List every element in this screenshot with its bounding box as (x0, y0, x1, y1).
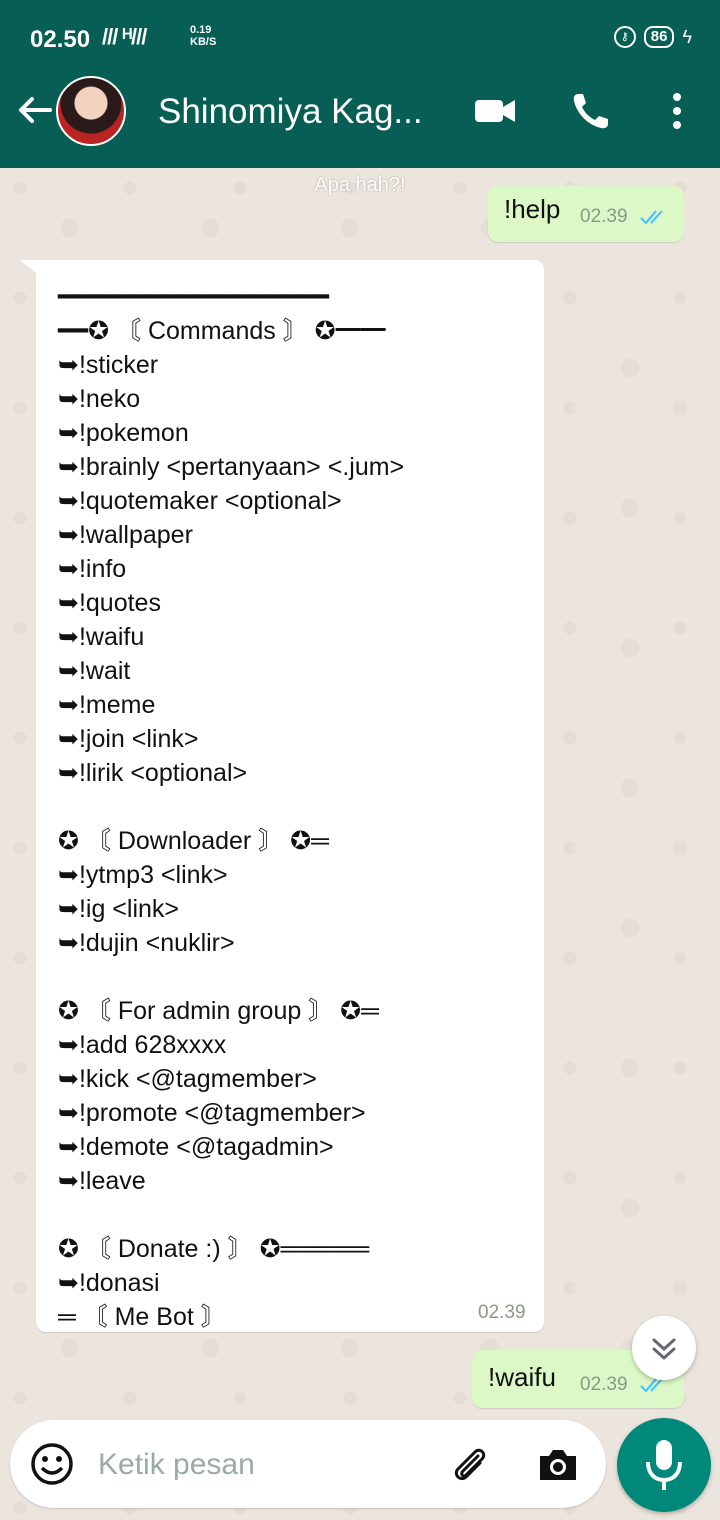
menu-line: ➥!donasi (58, 1269, 160, 1297)
network-speed-value: 0.19 (190, 24, 212, 36)
app-bar: 02.50 /// ᴴ/// 0.19 KB/S ⚷ 86 ϟ Shinomiy… (0, 0, 720, 168)
emoji-icon[interactable] (30, 1442, 74, 1486)
menu-line: ═ 〘 Me Bot 〙 (58, 1303, 226, 1331)
status-right: ⚷ 86 ϟ (613, 26, 692, 48)
menu-line: ➥!waifu (58, 623, 145, 651)
bubble-tail (20, 260, 44, 280)
menu-line: ➥!neko (58, 385, 141, 413)
menu-line: ➥!meme (58, 691, 156, 719)
menu-line: ➥!ytmp3 <link> (58, 861, 228, 889)
video-call-icon[interactable] (472, 88, 518, 134)
contact-name[interactable]: Shinomiya Kag... (158, 92, 423, 132)
menu-line: ➥!quotemaker <optional> (58, 487, 342, 515)
chevron-double-down-icon (652, 1338, 676, 1360)
mic-icon (646, 1440, 682, 1490)
scroll-to-bottom-button[interactable] (632, 1316, 696, 1380)
network-speed-unit: KB/S (190, 36, 217, 48)
status-time: 02.50 (30, 26, 91, 53)
menu-line: ➥!add 628xxxx (58, 1031, 227, 1059)
menu-line: ➥!brainly <pertanyaan> <.jum> (58, 453, 405, 481)
menu-line: ➥!kick <@tagmember> (58, 1065, 317, 1093)
menu-line: ➥!wait (58, 657, 131, 685)
menu-line: ➥!dujin <nuklir> (58, 929, 235, 957)
date-chip: Apa hah?! (314, 174, 406, 196)
menu-line: ➥!leave (58, 1167, 146, 1195)
status-bar: 02.50 /// ᴴ/// 0.19 KB/S ⚷ 86 ϟ (0, 0, 720, 56)
menu-line: ➥!info (58, 555, 127, 583)
menu-line: ➥!sticker (58, 351, 159, 379)
menu-line (58, 960, 404, 994)
menu-line: ➥!lirik <optional> (58, 759, 248, 787)
attach-icon[interactable] (448, 1442, 492, 1486)
phone-icon[interactable] (568, 88, 614, 134)
command-menu: ━━━━━━━━━━━━━━━━━━ ━━✪ 〘 Commands 〙 ✪━━ ➥!… (58, 280, 404, 1334)
menu-line: ➥!demote <@tagadmin> (58, 1133, 334, 1161)
camera-icon[interactable] (536, 1442, 580, 1486)
signal-indicator: /// ᴴ/// (102, 24, 147, 49)
menu-line: ➥!ig <link> (58, 895, 180, 923)
menu-line: ✪ 〘 For admin group 〙 ✪═ (58, 997, 379, 1025)
message-text: !help (504, 194, 561, 224)
vpn-key-icon: ⚷ (613, 26, 636, 48)
contact-avatar[interactable] (56, 76, 126, 146)
message-time: 02.39 (478, 1302, 526, 1323)
message-input[interactable] (96, 1440, 400, 1490)
menu-line: ➥!wallpaper (58, 521, 193, 549)
menu-line: ━━━━━━━━━━━━━━━━━━ (58, 283, 329, 311)
menu-line: ➥!promote <@tagmember> (58, 1099, 366, 1127)
message-composer (10, 1420, 606, 1508)
network-speed: 0.19 KB/S (190, 24, 216, 48)
menu-line: ➥!quotes (58, 589, 161, 617)
menu-line: ✪ 〘 Donate :) 〙 ✪═════ (58, 1235, 370, 1263)
menu-line: ✪ 〘 Downloader 〙 ✪═ (58, 827, 329, 855)
menu-line: ➥!join <link> (58, 725, 199, 753)
message-time: 02.39 (580, 1374, 628, 1395)
menu-line: ➥!pokemon (58, 419, 189, 447)
read-ticks-icon (640, 210, 663, 225)
mic-button[interactable] (617, 1418, 711, 1512)
menu-line: ━━✪ 〘 Commands 〙 ✪━━ (58, 317, 386, 345)
battery-level: 86 (643, 26, 675, 48)
message-text: !waifu (488, 1362, 556, 1392)
message-time: 02.39 (580, 206, 628, 227)
menu-line (58, 1198, 404, 1232)
back-arrow-icon[interactable] (14, 90, 54, 130)
more-vert-icon[interactable] (654, 88, 700, 134)
menu-line (58, 790, 404, 824)
message-bubble-outgoing[interactable]: !help 02.39 (488, 186, 684, 242)
charging-icon: ϟ (682, 26, 692, 47)
